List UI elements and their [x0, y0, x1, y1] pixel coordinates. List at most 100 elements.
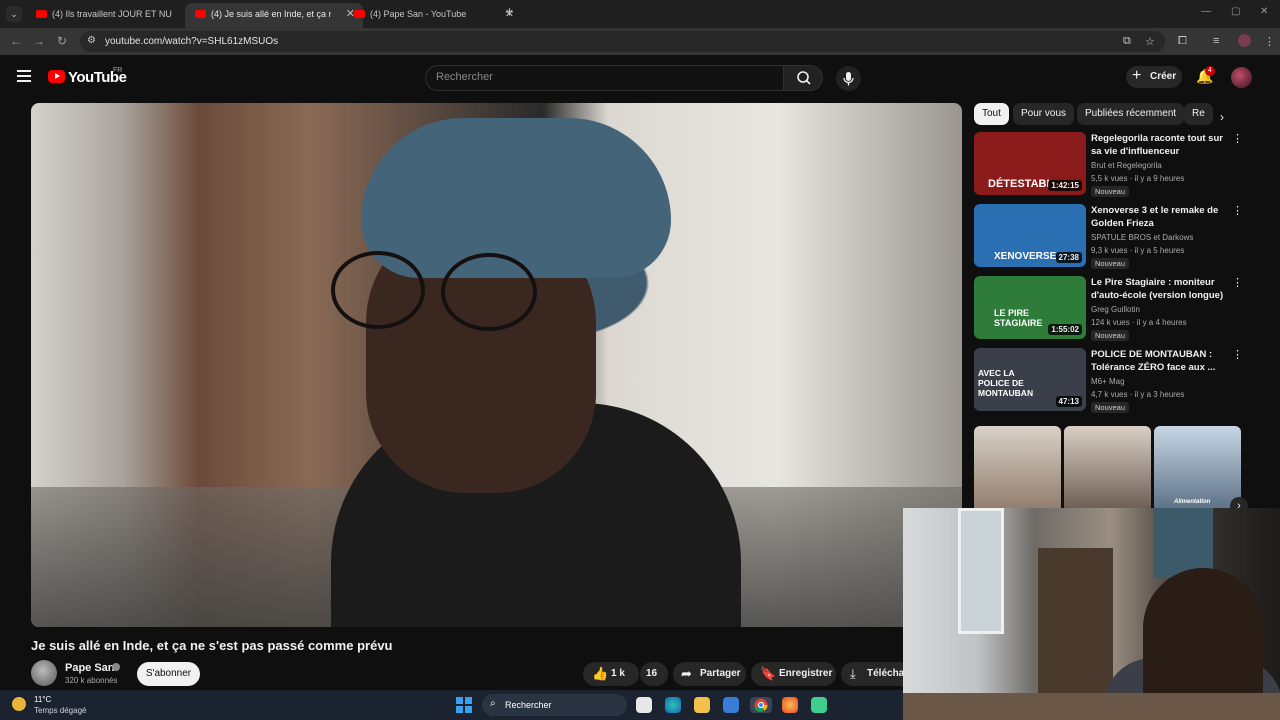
browser-profile-icon[interactable] [1238, 34, 1251, 47]
channel-avatar[interactable] [31, 660, 57, 686]
chip-recently-uploaded[interactable]: Publiées récemment [1077, 103, 1185, 125]
weather-moon-icon[interactable] [12, 697, 26, 711]
browser-tab-1[interactable]: (4) Ils travaillent JOUR ET NUIT ✕ [26, 3, 204, 28]
short-thumbnail[interactable] [974, 426, 1061, 512]
short-thumbnail[interactable] [1064, 426, 1151, 512]
cast-icon[interactable]: ⧉ [1123, 35, 1131, 48]
region-code: FR [113, 67, 123, 74]
edge-icon[interactable] [665, 697, 681, 713]
browser-tab-2[interactable]: (4) Je suis allé en Inde, et ça ne ✕ [185, 3, 363, 28]
video-frame-glasses [441, 253, 537, 331]
maximize-icon[interactable]: ▢ [1231, 6, 1240, 17]
video-frame-glasses [331, 251, 425, 329]
share-label: Partager [700, 668, 741, 679]
chrome-logo [754, 698, 768, 713]
recommendation-item[interactable]: XENOVERSE 27:38 Xenoverse 3 et le remake… [974, 204, 1264, 272]
chevron-right-icon[interactable]: › [1220, 110, 1224, 124]
recommendation-title[interactable]: Regelegorila raconte tout sur sa vie d'i… [1091, 132, 1226, 158]
file-explorer-icon[interactable] [694, 697, 710, 713]
address-bar[interactable]: ⚙ youtube.com/watch?v=SHL61zMSUOs ⧉ ☆ [80, 31, 1165, 52]
recommendation-meta: 5,5 k vues · il y a 9 heures [1091, 174, 1185, 183]
windows-start-icon[interactable] [456, 697, 472, 713]
recommendation-item[interactable]: LE PIRE STAGIAIRE 1:55:02 Le Pire Stagia… [974, 276, 1264, 344]
video-duration: 27:38 [1055, 252, 1082, 263]
new-badge: Nouveau [1091, 330, 1130, 341]
search-button[interactable] [783, 65, 823, 91]
recommendation-item[interactable]: AVEC LA POLICE DE MONTAUBAN 47:13 POLICE… [974, 348, 1264, 416]
more-options-icon[interactable]: ⋮ [1232, 348, 1243, 361]
app-icon[interactable] [811, 697, 827, 713]
tab-search-button[interactable]: ⌄ [6, 6, 22, 22]
download-button[interactable]: ⤓ Téléchar [841, 662, 903, 686]
plus-icon: + [1132, 67, 1142, 84]
account-avatar[interactable] [1231, 67, 1252, 88]
create-button[interactable]: + Créer [1126, 66, 1182, 88]
reload-icon[interactable]: ↻ [57, 34, 67, 48]
comments-button[interactable]: 16 [640, 662, 668, 686]
filter-chips: Tout Pour vous Publiées récemment Re [974, 103, 1236, 125]
firefox-icon[interactable] [782, 697, 798, 713]
video-thumbnail[interactable]: LE PIRE STAGIAIRE 1:55:02 [974, 276, 1086, 339]
browser-tab-3[interactable]: (4) Pape San - YouTube ✕ [344, 3, 522, 28]
like-count: 1 k [611, 668, 625, 679]
temperature[interactable]: 11°C [34, 695, 51, 704]
recommendation-item[interactable]: DÉTESTABI 1:42:15 Regelegorila raconte t… [974, 132, 1264, 200]
video-duration: 1:55:02 [1048, 324, 1082, 335]
chip-for-you[interactable]: Pour vous [1013, 103, 1075, 125]
new-tab-icon[interactable]: + [505, 4, 514, 21]
media-controls-icon[interactable]: ≡ [1213, 35, 1219, 47]
bookmark-star-icon[interactable]: ☆ [1145, 35, 1155, 48]
save-button[interactable]: 🔖 Enregistrer [751, 662, 836, 686]
video-thumbnail[interactable]: DÉTESTABI 1:42:15 [974, 132, 1086, 195]
more-options-icon[interactable]: ⋮ [1232, 132, 1243, 145]
video-thumbnail[interactable]: AVEC LA POLICE DE MONTAUBAN 47:13 [974, 348, 1086, 411]
chrome-icon[interactable] [750, 697, 772, 713]
recommendation-channel[interactable]: Greg Guillotin [1091, 305, 1140, 314]
subscriber-count: 320 k abonnés [65, 676, 118, 685]
thumbnail-text: LE PIRE STAGIAIRE [994, 308, 1043, 328]
video-thumbnail[interactable]: XENOVERSE 27:38 [974, 204, 1086, 267]
store-icon[interactable] [723, 697, 739, 713]
url-text[interactable]: youtube.com/watch?v=SHL61zMSUOs [105, 36, 278, 47]
short-thumbnail[interactable]: Alimentation [1154, 426, 1241, 512]
subscribe-button[interactable]: S'abonner [137, 662, 200, 686]
site-info-icon[interactable]: ⚙ [87, 35, 96, 46]
more-options-icon[interactable]: ⋮ [1232, 204, 1243, 217]
recommendation-channel[interactable]: Brut et Regelegorila [1091, 161, 1162, 170]
recommendation-channel[interactable]: SPATULE BROS et Darkows [1091, 233, 1193, 242]
minimize-icon[interactable]: — [1201, 6, 1211, 17]
close-window-icon[interactable]: ✕ [1260, 6, 1268, 17]
taskbar-search-label: Rechercher [505, 700, 552, 710]
channel-name[interactable]: Pape San [65, 662, 115, 674]
chip-related[interactable]: Re [1184, 103, 1213, 125]
taskbar-search[interactable]: ⌕ Rechercher [482, 694, 627, 716]
thumbnail-text: AVEC LA POLICE DE MONTAUBAN [978, 368, 1034, 398]
task-view-icon[interactable] [636, 697, 652, 713]
video-player[interactable] [31, 103, 962, 627]
forward-icon[interactable]: → [33, 34, 45, 48]
voice-search-button[interactable] [836, 66, 861, 91]
more-options-icon[interactable]: ⋮ [1232, 276, 1243, 289]
shorts-shelf: Alimentation [974, 426, 1244, 512]
recommendation-meta: 9,3 k vues · il y a 5 heures [1091, 246, 1185, 255]
thumbs-up-icon: 👍 [592, 666, 609, 681]
chip-all[interactable]: Tout [974, 103, 1009, 125]
extensions-icon[interactable]: ⧠ [1178, 35, 1187, 48]
back-icon[interactable]: ← [10, 34, 22, 48]
recommendation-channel[interactable]: M6+ Mag [1091, 377, 1125, 386]
save-label: Enregistrer [779, 668, 833, 679]
search-placeholder: Rechercher [436, 71, 493, 83]
recommendation-title[interactable]: Le Pire Stagiaire : moniteur d'auto-écol… [1091, 276, 1226, 302]
browser-menu-icon[interactable]: ⋮ [1264, 35, 1275, 48]
video-title: Je suis allé en Inde, et ça ne s'est pas… [31, 638, 393, 653]
share-button[interactable]: ➦ Partager [673, 662, 746, 686]
youtube-header: YouTube FR Rechercher + Créer 🔔 4 [0, 55, 1280, 100]
recommendation-title[interactable]: Xenoverse 3 et le remake de Golden Friez… [1091, 204, 1226, 230]
recommendation-meta: 4,7 k vues · il y a 3 heures [1091, 390, 1185, 399]
recommendation-title[interactable]: POLICE DE MONTAUBAN : Tolérance ZÉRO fac… [1091, 348, 1226, 374]
menu-icon[interactable] [17, 70, 31, 85]
create-label: Créer [1150, 71, 1177, 82]
weather-description[interactable]: Temps dégagé [34, 706, 86, 715]
like-button[interactable]: 👍 1 k [583, 662, 639, 686]
search-input[interactable]: Rechercher [425, 65, 783, 91]
